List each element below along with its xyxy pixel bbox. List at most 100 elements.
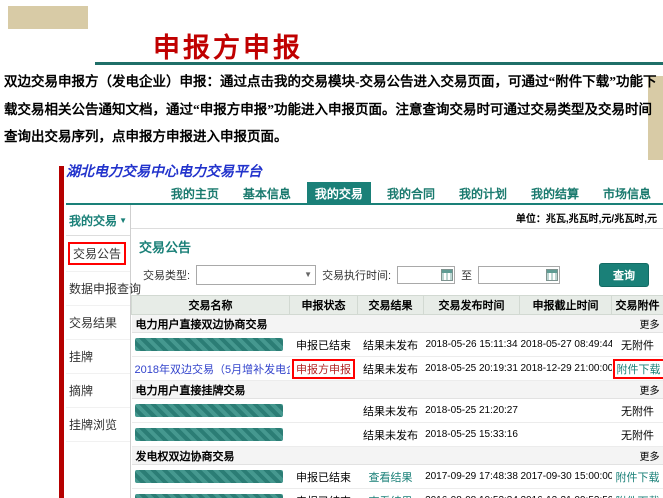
result-cell: 结果未发布 — [358, 423, 424, 447]
to-label: 至 — [461, 267, 472, 283]
declare-link-annotated[interactable]: 申报方申报 — [292, 359, 355, 379]
deadline-cell — [520, 399, 612, 423]
exec-time-label: 交易执行时间: — [322, 267, 391, 283]
chevron-down-icon: ▼ — [304, 270, 312, 279]
instruction-text: 双边交易申报方（发电企业）申报：通过点击我的交易模块-交易公告进入交易页面，可通… — [4, 68, 660, 151]
attachment-cell: 附件下载 — [612, 357, 663, 381]
col-header-publish-time: 交易发布时间 — [424, 296, 520, 315]
publish-time-cell: 2018-05-25 20:19:31 — [424, 357, 520, 381]
search-button[interactable]: 查询 — [599, 263, 649, 287]
publish-time-cell: 2018-05-25 21:20:27 — [424, 399, 520, 423]
exec-time-start-input[interactable] — [397, 266, 455, 284]
unit-label: 单位：兆瓦,兆瓦时,元/兆瓦时,元 — [131, 205, 663, 229]
sidebar-header-label: 我的交易 — [69, 212, 117, 229]
trade-type-select[interactable]: ▼ — [196, 265, 316, 285]
attachment-download-link[interactable]: 附件下载 — [616, 472, 660, 484]
col-header-trade-name: 交易名称 — [132, 296, 290, 315]
publish-time-cell: 2018-05-26 15:11:34 — [424, 333, 520, 357]
nav-item-plans[interactable]: 我的计划 — [451, 182, 515, 203]
redacted-trade-name — [135, 428, 283, 441]
more-link[interactable]: 更多 — [612, 315, 663, 333]
attachment-cell: 附件下载 — [612, 489, 663, 498]
table-row: 结果未发布 2018-05-25 15:33:16 无附件 — [132, 423, 663, 447]
redacted-trade-name — [135, 494, 283, 498]
col-header-attachment: 交易附件 — [612, 296, 663, 315]
attachment-cell: 附件下载 — [612, 465, 663, 489]
table-header-row: 交易名称 申报状态 交易结果 交易发布时间 申报截止时间 交易附件 — [132, 296, 663, 315]
redacted-trade-name — [135, 404, 283, 417]
title-divider — [95, 62, 663, 65]
deadline-cell: 2017-09-30 15:00:00 — [520, 465, 612, 489]
calendar-icon[interactable] — [441, 269, 453, 281]
deadline-cell: 2018-05-27 08:49:44 — [520, 333, 612, 357]
group-row-listing: 电力用户直接挂牌交易 更多 — [132, 381, 663, 399]
chevron-down-icon: ▼ — [119, 216, 127, 225]
sidebar: 我的交易 ▼ 交易公告 数据申报查询 交易结果 挂牌 摘牌 挂牌浏览 — [66, 205, 131, 498]
more-link[interactable]: 更多 — [612, 447, 663, 465]
content-area: 我的交易 ▼ 交易公告 数据申报查询 交易结果 挂牌 摘牌 挂牌浏览 单位：兆瓦… — [66, 205, 663, 498]
decorative-block-top-left — [8, 6, 88, 29]
group-row-bilateral: 电力用户直接双边协商交易 更多 — [132, 315, 663, 333]
section-title: 交易公告 — [131, 229, 663, 263]
sidebar-header-my-trades[interactable]: 我的交易 ▼ — [66, 205, 130, 236]
nav-item-settlement[interactable]: 我的结算 — [523, 182, 587, 203]
nav-item-home[interactable]: 我的主页 — [163, 182, 227, 203]
deadline-cell: 2016-12-31 09:52:50 — [520, 489, 612, 498]
table-row: 申报已结束 结果未发布 2018-05-26 15:11:34 2018-05-… — [132, 333, 663, 357]
result-cell: 结果未发布 — [358, 357, 424, 381]
exec-time-end-input[interactable] — [478, 266, 560, 284]
nav-item-basic-info[interactable]: 基本信息 — [235, 182, 299, 203]
group-title: 电力用户直接挂牌交易 — [132, 381, 612, 399]
announcement-table: 交易名称 申报状态 交易结果 交易发布时间 申报截止时间 交易附件 电力用户直接… — [131, 295, 663, 498]
status-cell: 申报已结束 — [290, 489, 358, 498]
more-link[interactable]: 更多 — [612, 381, 663, 399]
publish-time-cell: 2017-09-29 17:48:38 — [424, 465, 520, 489]
platform-screenshot: 湖北电力交易中心电力交易平台 我的主页 基本信息 我的交易 我的合同 我的计划 … — [66, 160, 663, 498]
result-cell: 查看结果 — [358, 465, 424, 489]
filter-bar: 交易类型: ▼ 交易执行时间: 至 查询 — [131, 263, 663, 295]
red-left-bar — [59, 166, 64, 498]
annotation-box-announcements: 交易公告 — [68, 242, 126, 265]
col-header-deadline: 申报截止时间 — [520, 296, 612, 315]
result-cell: 结果未发布 — [358, 333, 424, 357]
table-row-highlighted: 2018年双边交易（5月增补发电企业） 申报方申报 结果未发布 2018-05-… — [132, 357, 663, 381]
nav-item-contracts[interactable]: 我的合同 — [379, 182, 443, 203]
main-panel: 单位：兆瓦,兆瓦时,元/兆瓦时,元 交易公告 交易类型: ▼ 交易执行时间: 至 — [131, 205, 663, 498]
table-row: 结果未发布 2018-05-25 21:20:27 无附件 — [132, 399, 663, 423]
sidebar-item-listing-browse[interactable]: 挂牌浏览 — [66, 408, 130, 442]
deadline-cell — [520, 423, 612, 447]
table-row: 申报已结束 查看结果 2017-09-29 17:48:38 2017-09-3… — [132, 465, 663, 489]
group-title: 发电权双边协商交易 — [132, 447, 612, 465]
result-cell: 查看结果 — [358, 489, 424, 498]
attachment-cell: 无附件 — [612, 399, 663, 423]
attachment-cell: 无附件 — [612, 333, 663, 357]
publish-time-cell: 2016-08-08 10:53:34 — [424, 489, 520, 498]
status-cell — [290, 423, 358, 447]
group-row-generation-rights: 发电权双边协商交易 更多 — [132, 447, 663, 465]
publish-time-cell: 2018-05-25 15:33:16 — [424, 423, 520, 447]
attachment-download-link-annotated[interactable]: 附件下载 — [613, 359, 663, 379]
platform-brand: 湖北电力交易中心电力交易平台 — [66, 160, 663, 182]
training-slide: 申报方申报 双边交易申报方（发电企业）申报：通过点击我的交易模块-交易公告进入交… — [0, 0, 663, 498]
status-cell: 申报方申报 — [290, 357, 358, 381]
trade-name-link[interactable]: 2018年双边交易（5月增补发电企业） — [135, 364, 290, 376]
col-header-trade-result: 交易结果 — [358, 296, 424, 315]
trade-type-label: 交易类型: — [143, 267, 190, 283]
sidebar-item-data-report-query[interactable]: 数据申报查询 — [66, 272, 130, 306]
calendar-icon[interactable] — [546, 269, 558, 281]
redacted-trade-name — [135, 338, 283, 351]
page-title: 申报方申报 — [153, 26, 303, 65]
result-cell: 结果未发布 — [358, 399, 424, 423]
top-nav: 我的主页 基本信息 我的交易 我的合同 我的计划 我的结算 市场信息 — [66, 182, 663, 205]
sidebar-item-delisting[interactable]: 摘牌 — [66, 374, 130, 408]
sidebar-item-listing[interactable]: 挂牌 — [66, 340, 130, 374]
view-result-link[interactable]: 查看结果 — [369, 472, 413, 484]
attachment-cell: 无附件 — [612, 423, 663, 447]
nav-item-market-info[interactable]: 市场信息 — [595, 182, 659, 203]
group-title: 电力用户直接双边协商交易 — [132, 315, 612, 333]
sidebar-item-trade-announcements[interactable]: 交易公告 — [66, 236, 130, 272]
sidebar-item-trade-results[interactable]: 交易结果 — [66, 306, 130, 340]
status-cell: 申报已结束 — [290, 333, 358, 357]
col-header-declare-status: 申报状态 — [290, 296, 358, 315]
nav-item-my-trades[interactable]: 我的交易 — [307, 182, 371, 203]
